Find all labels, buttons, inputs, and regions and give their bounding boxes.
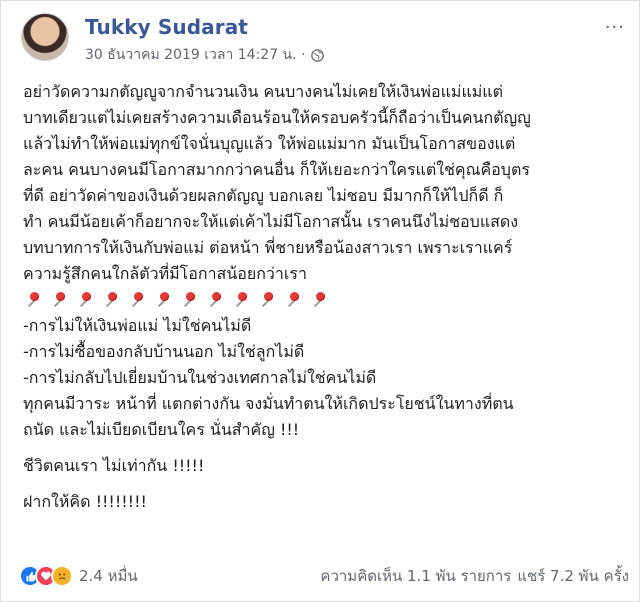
author-avatar[interactable] [21, 13, 69, 61]
pushpin-icon [257, 289, 274, 311]
post-list: -การไม่ให้เงินพ่อแม่ ไม่ใช่คนไม่ดี -การไม… [23, 313, 623, 443]
pushpin-icon [153, 289, 170, 311]
post-text-line: แล้วไม่ทำให้พ่อแม่ทุกข์ใจนั่นบุญแล้ว ให้… [23, 134, 516, 153]
pushpin-icon [49, 289, 66, 311]
pushpin-icon [231, 289, 248, 311]
post-text-line: อย่าวัดความกตัญญูจากจำนวนเงิน คนบางคนไม่… [23, 82, 504, 101]
pushpin-icon [127, 289, 144, 311]
more-options-icon[interactable]: ··· [605, 17, 625, 38]
post-body: อย่าวัดความกตัญญูจากจำนวนเงิน คนบางคนไม่… [23, 79, 623, 515]
post-text-line: ละคน คนบางคนมีโอกาสมากกว่าคนอื่น ก็ให้เย… [23, 160, 530, 179]
author-name[interactable]: Tukky Sudarat [85, 15, 248, 39]
pushpin-icon [309, 289, 326, 311]
post-text-line: ความรู้สึกคนใกล้ตัวที่มีโอกาสน้อยกว่าเรา [23, 264, 307, 283]
post-stats: ความคิดเห็น 1.1 พัน รายการ แชร์ 7.2 พัน … [320, 564, 629, 588]
globe-icon [311, 48, 325, 62]
sad-icon [51, 565, 73, 587]
post-list-line: ถนัด และไม่เบียดเบียนใคร นั่นสำคัญ !!! [23, 420, 300, 439]
post-line-life: ชีวิตคนเรา ไม่เท่ากัน !!!!! [23, 456, 205, 475]
post-paragraph: อย่าวัดความกตัญญูจากจำนวนเงิน คนบางคนไม่… [23, 79, 623, 287]
comment-count[interactable]: ความคิดเห็น 1.1 พัน รายการ [320, 564, 511, 588]
reaction-count[interactable]: 2.4 หมื่น [79, 564, 138, 588]
post-meta: 30 ธันวาคม 2019 เวลา 14:27 น. · [85, 44, 325, 66]
post-text-line: บทบาทการให้เงินกับพ่อแม่ ต่อหน้า พี่ชายห… [23, 238, 513, 257]
pushpin-icon [23, 289, 40, 311]
pushpin-icon [205, 289, 222, 311]
post-timestamp[interactable]: 30 ธันวาคม 2019 เวลา 14:27 น. · [85, 44, 305, 66]
post-text-line: บาทเดียวแต่ไม่เคยสร้างความเดือนร้อนให้คร… [23, 108, 531, 127]
post-line-closing: ฝากให้คิด !!!!!!!! [23, 492, 147, 511]
post-list-line: -การไม่กลับไปเยี่ยมบ้านในช่วงเทศกาลไม่ใช… [23, 368, 377, 387]
pushpin-row [23, 287, 623, 313]
pushpin-icon [283, 289, 300, 311]
post-text-line: ทำ คนมีน้อยเค้าก็อยากจะให้แต่เค้าไม่มีโอ… [23, 212, 519, 231]
post-footer: 2.4 หมื่น ความคิดเห็น 1.1 พัน รายการ แชร… [19, 563, 629, 589]
pushpin-icon [75, 289, 92, 311]
post-list-line: -การไม่ให้เงินพ่อแม่ ไม่ใช่คนไม่ดี [23, 316, 252, 335]
post-text-line: ที่ดี อย่าวัดค่าของเงินด้วยผลกตัญญู บอกเ… [23, 186, 504, 205]
post-list-line: -การไม่ซื้อของกลับบ้านนอก ไม่ใช่ลูกไม่ดี [23, 342, 305, 361]
share-count[interactable]: แชร์ 7.2 พัน ครั้ง [517, 564, 629, 588]
post-list-line: ทุกคนมีวาระ หน้าที่ แตกต่างกัน จงมั่นทำต… [23, 394, 514, 413]
reactions[interactable] [19, 565, 73, 587]
pushpin-icon [101, 289, 118, 311]
pushpin-icon [179, 289, 196, 311]
post-card: Tukky Sudarat 30 ธันวาคม 2019 เวลา 14:27… [0, 0, 640, 602]
